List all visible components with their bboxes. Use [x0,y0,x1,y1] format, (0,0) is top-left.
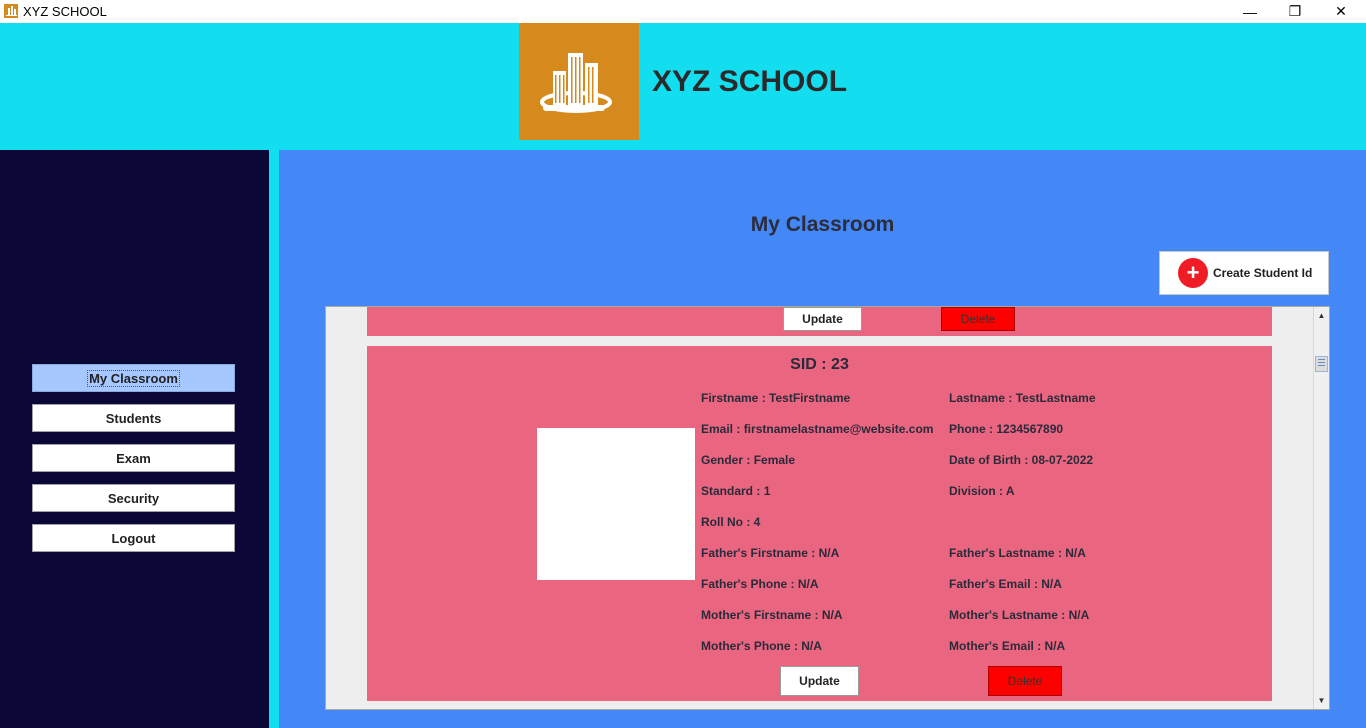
delete-button[interactable]: Delete [941,307,1015,331]
sidebar-item-label: Security [107,490,160,506]
field-mothers-phone: Mother's PhoneN/A [701,639,822,653]
school-logo [519,23,639,140]
scroll-up-icon[interactable]: ▲ [1314,308,1329,322]
page-title: My Classroom [750,213,895,236]
field-date-of-birth: Date of Birth08-07-2022 [949,453,1093,467]
field-firstname: FirstnameTestFirstname [701,391,850,405]
plus-circle-icon: + [1178,258,1208,288]
field-roll-no: Roll No4 [701,515,760,529]
update-button[interactable]: Update [783,307,862,331]
field-lastname: LastnameTestLastname [949,391,1096,405]
field-email: Emailfirstnamelastname@website.com [701,422,933,436]
sidebar-item-students[interactable]: Students [32,404,235,432]
sidebar-item-label: My Classroom [87,369,180,387]
scroll-down-icon[interactable]: ▼ [1314,693,1329,707]
sidebar-item-security[interactable]: Security [32,484,235,512]
field-fathers-firstname: Father's FirstnameN/A [701,546,839,560]
student-card: SID : 23 FirstnameTestFirstname Lastname… [367,346,1272,701]
field-standard: Standard1 [701,484,770,498]
school-name: XYZ SCHOOL [652,65,848,98]
student-id-label: SID : 23 [790,356,849,373]
window-titlebar: XYZ SCHOOL — ❐ ✕ [0,0,1366,23]
field-phone: Phone1234567890 [949,422,1063,436]
minimize-button[interactable]: — [1227,0,1273,23]
field-gender: GenderFemale [701,453,795,467]
sidebar-item-exam[interactable]: Exam [32,444,235,472]
school-building-icon [4,4,18,18]
field-fathers-phone: Father's PhoneN/A [701,577,819,591]
update-button[interactable]: Update [780,666,859,696]
app-header: XYZ SCHOOL [0,23,1366,150]
create-student-id-label: Create Student Id [1213,266,1313,280]
vertical-scrollbar[interactable]: ▲ ▼ [1313,307,1329,709]
sidebar-item-label: Students [105,410,162,426]
sidebar [0,150,269,728]
sidebar-item-label: Logout [111,530,156,546]
sidebar-item-label: Exam [116,450,151,466]
sidebar-item-my-classroom[interactable]: My Classroom [32,364,235,392]
field-fathers-lastname: Father's LastnameN/A [949,546,1086,560]
field-mothers-email: Mother's EmailN/A [949,639,1065,653]
field-mothers-firstname: Mother's FirstnameN/A [701,608,843,622]
window-title: XYZ SCHOOL [23,4,107,19]
scrollbar-thumb[interactable] [1315,356,1328,372]
student-list-panel[interactable]: Update Delete SID : 23 FirstnameTestFirs… [325,306,1330,710]
sidebar-divider [269,150,279,728]
create-student-id-button[interactable]: + Create Student Id [1159,251,1329,295]
delete-button[interactable]: Delete [988,666,1062,696]
student-photo [537,428,695,580]
school-building-icon [540,53,612,113]
close-button[interactable]: ✕ [1318,0,1364,23]
field-division: DivisionA [949,484,1015,498]
field-mothers-lastname: Mother's LastnameN/A [949,608,1089,622]
restore-button[interactable]: ❐ [1272,0,1318,23]
student-card-partial: Update Delete [367,307,1272,336]
field-fathers-email: Father's EmailN/A [949,577,1062,591]
sidebar-item-logout[interactable]: Logout [32,524,235,552]
